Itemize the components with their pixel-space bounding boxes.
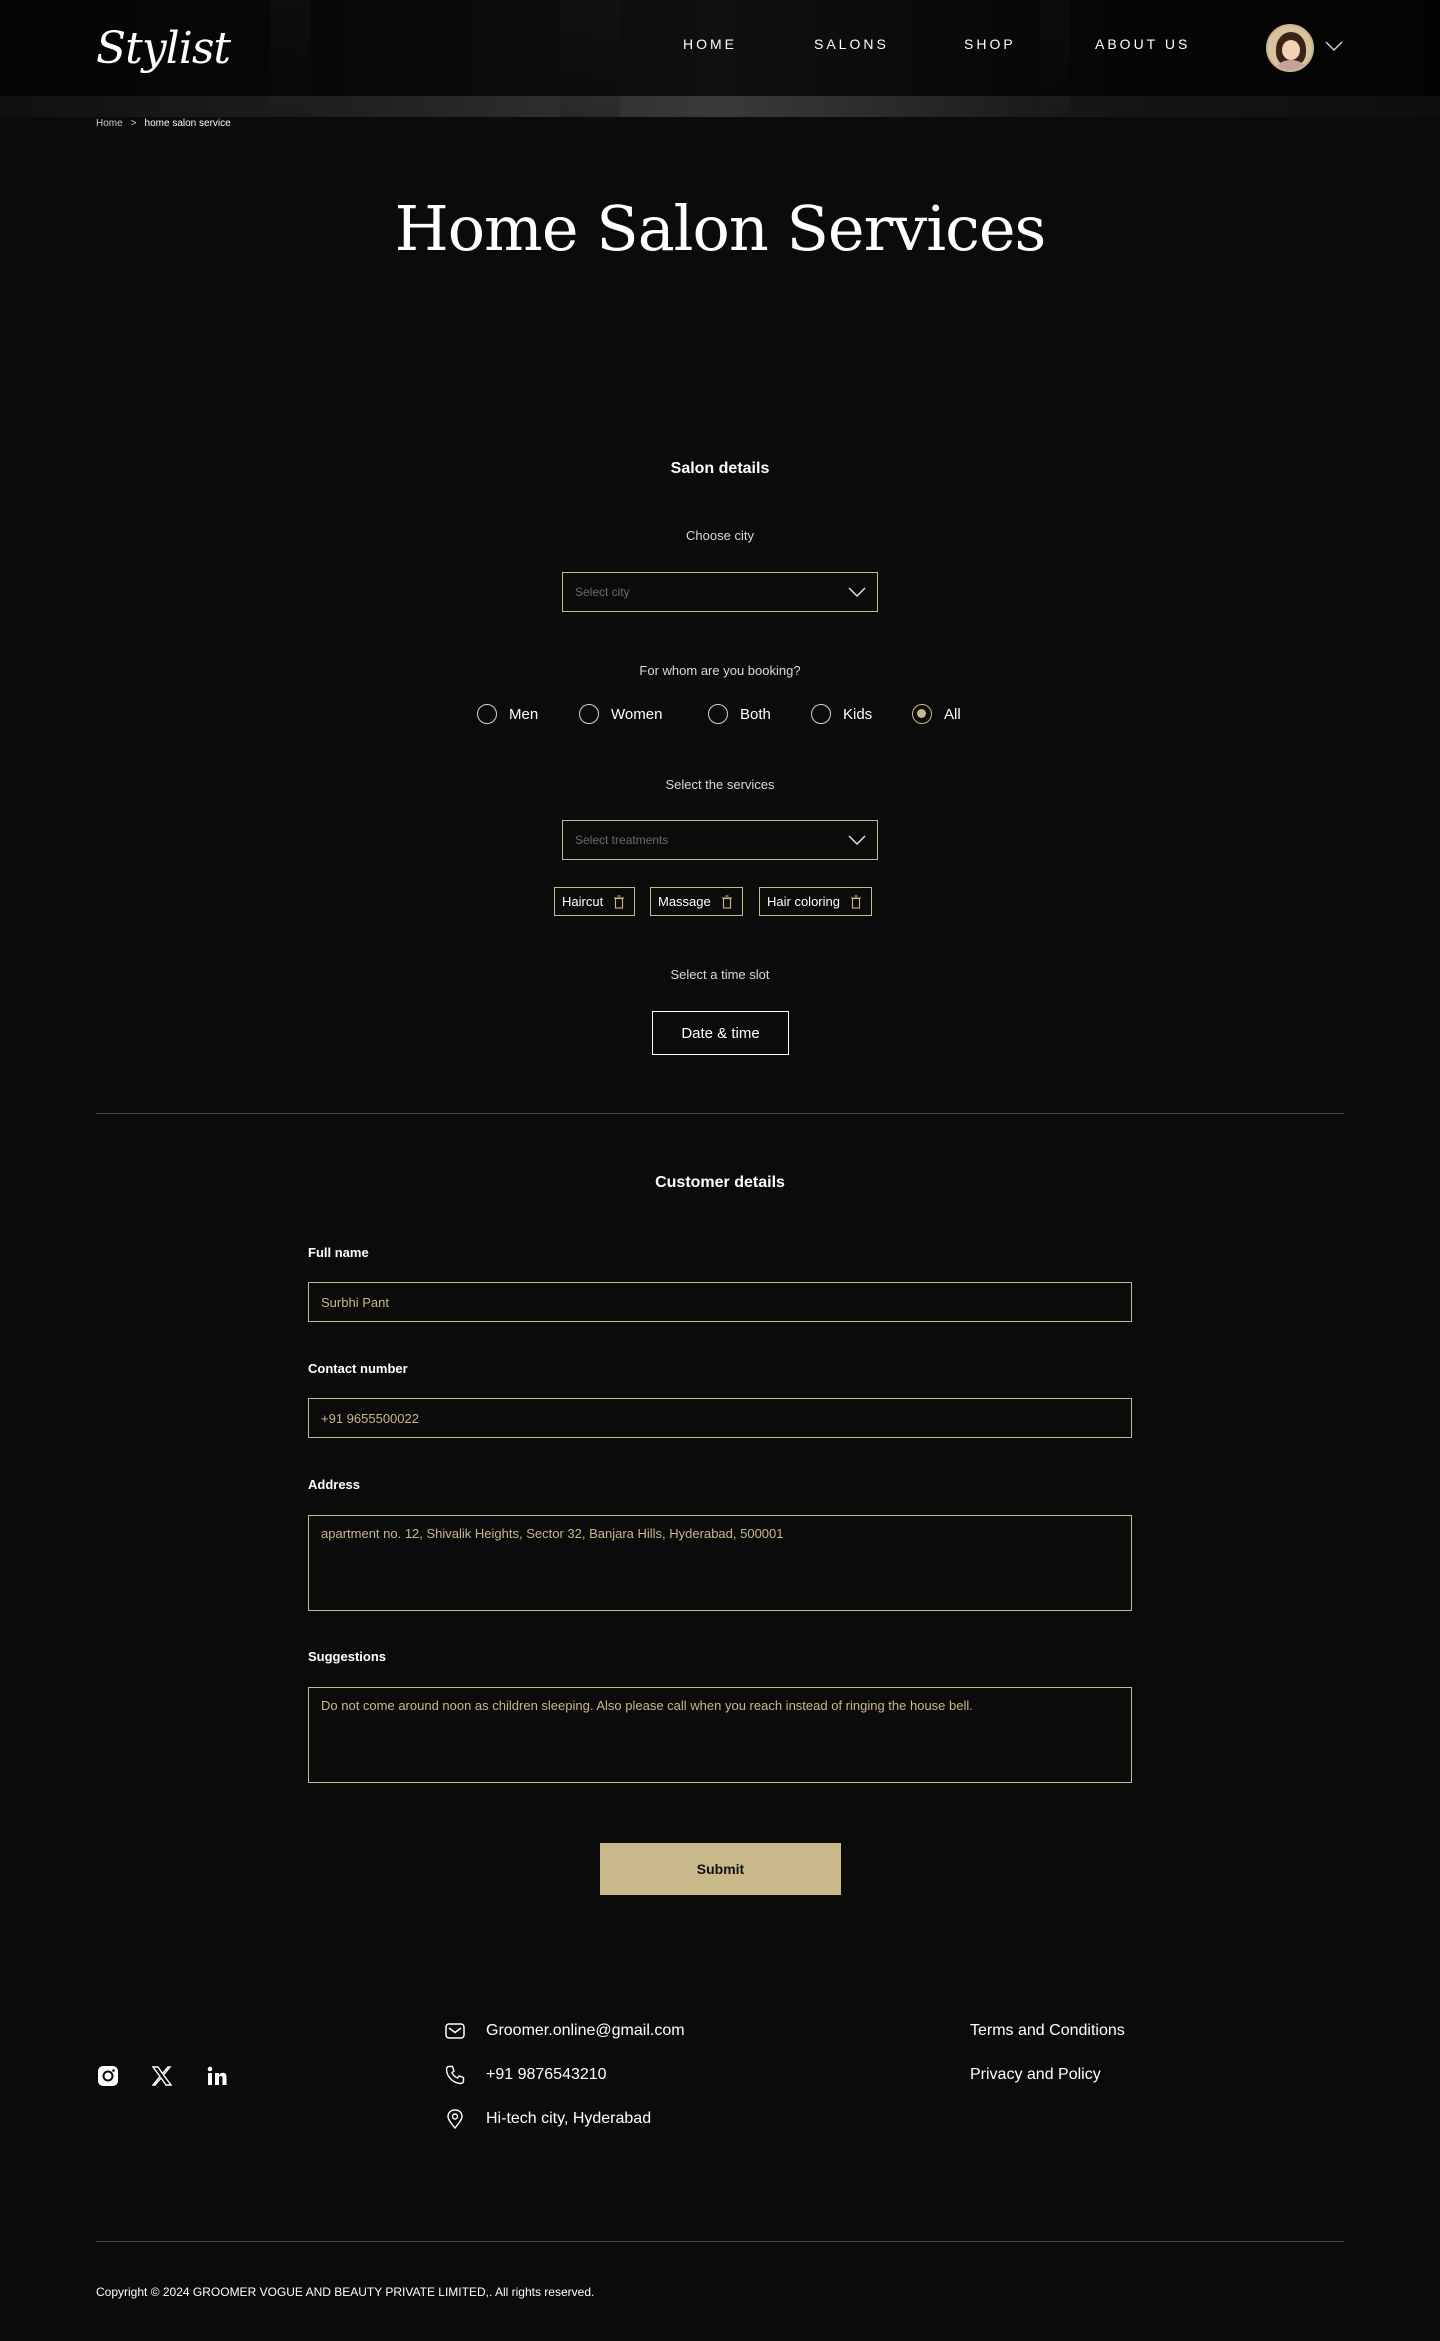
submit-button[interactable]: Submit: [600, 1843, 841, 1895]
nav-salons[interactable]: SALONS: [814, 36, 889, 52]
booking-for-radio-group: Men Women Both Kids All: [0, 704, 1440, 728]
nav-home[interactable]: HOME: [683, 36, 737, 52]
email-text: Groomer.online@gmail.com: [486, 2022, 685, 2039]
treatments-select-placeholder: Select treatments: [575, 833, 669, 847]
address-field[interactable]: apartment no. 12, Shivalik Heights, Sect…: [308, 1515, 1132, 1611]
address-label: Address: [308, 1477, 361, 1492]
breadcrumb-current: home salon service: [144, 118, 231, 129]
radio-label: Women: [611, 705, 663, 723]
chip-label: Hair coloring: [767, 894, 840, 909]
avatar-face: [1282, 40, 1300, 60]
radio-label: Men: [509, 705, 539, 723]
radio-label: All: [944, 705, 961, 723]
treatments-select[interactable]: Select treatments: [562, 820, 878, 860]
time-slot-caption: Select a time slot: [670, 967, 770, 982]
service-chip-massage: Massage: [650, 887, 743, 916]
location-text: Hi-tech city, Hyderabad: [486, 2110, 652, 2127]
chip-label: Massage: [658, 894, 711, 909]
mail-icon: [445, 2023, 465, 2039]
radio-both[interactable]: Both: [708, 704, 771, 724]
instagram-icon[interactable]: [96, 2064, 120, 2088]
radio-label: Both: [740, 705, 771, 723]
radio-label: Kids: [843, 705, 873, 723]
radio-women[interactable]: Women: [579, 704, 662, 724]
avatar[interactable]: [1266, 24, 1314, 72]
location-pin-icon: [447, 2109, 463, 2130]
contact-number-label: Contact number: [308, 1361, 408, 1376]
breadcrumb-separator-icon: >: [130, 118, 137, 129]
page-title: Home Salon Services: [394, 192, 1047, 265]
choose-city-caption: Choose city: [686, 528, 754, 543]
chevron-down-icon: [848, 835, 866, 846]
radio-circle-selected[interactable]: [912, 704, 932, 724]
phone-text: +91 9876543210: [486, 2066, 607, 2083]
chip-label: Haircut: [562, 894, 604, 909]
radio-kids[interactable]: Kids: [811, 704, 872, 724]
privacy-link[interactable]: Privacy and Policy: [970, 2066, 1101, 2084]
salon-details-title: Salon details: [670, 460, 770, 477]
linkedin-icon[interactable]: [205, 2064, 229, 2088]
section-divider: [96, 1113, 1344, 1114]
suggestions-field[interactable]: Do not come around noon as children slee…: [308, 1687, 1132, 1783]
city-select-placeholder: Select city: [575, 585, 630, 599]
booking-for-caption: For whom are you booking?: [639, 663, 801, 678]
x-twitter-icon[interactable]: [150, 2064, 174, 2088]
radio-circle[interactable]: [708, 704, 728, 724]
terms-link[interactable]: Terms and Conditions: [970, 2022, 1125, 2040]
nav-about-us[interactable]: ABOUT US: [1095, 36, 1190, 52]
service-chip-haircut: Haircut: [554, 887, 636, 916]
trash-icon[interactable]: [721, 894, 733, 909]
radio-men[interactable]: Men: [477, 704, 538, 724]
breadcrumb-home[interactable]: Home: [96, 118, 123, 129]
chevron-down-icon[interactable]: [1324, 38, 1344, 54]
chevron-down-icon: [848, 587, 866, 598]
header-hero-banner: Stylist HOME SALONS SHOP ABOUT US: [0, 0, 1440, 117]
breadcrumb: Home > home salon service: [96, 118, 231, 129]
full-name-field[interactable]: [308, 1282, 1132, 1322]
radio-circle[interactable]: [579, 704, 599, 724]
footer-divider: [96, 2241, 1344, 2242]
trash-icon[interactable]: [850, 894, 862, 909]
suggestions-label: Suggestions: [308, 1649, 387, 1664]
footer-email[interactable]: Groomer.online@gmail.com: [444, 2020, 685, 2042]
select-services-caption: Select the services: [665, 777, 775, 792]
trash-icon[interactable]: [613, 894, 625, 909]
city-select[interactable]: Select city: [562, 572, 878, 612]
footer-location[interactable]: Hi-tech city, Hyderabad: [444, 2108, 651, 2130]
radio-all[interactable]: All: [912, 704, 961, 724]
customer-details-title: Customer details: [655, 1174, 785, 1191]
full-name-label: Full name: [308, 1245, 369, 1260]
service-chip-hair-coloring: Hair coloring: [759, 887, 872, 916]
contact-number-field[interactable]: [308, 1398, 1132, 1438]
date-time-button[interactable]: Date & time: [652, 1011, 789, 1055]
logo[interactable]: Stylist: [96, 6, 231, 92]
radio-circle[interactable]: [477, 704, 497, 724]
radio-circle[interactable]: [811, 704, 831, 724]
phone-icon: [445, 2065, 465, 2085]
footer-phone[interactable]: +91 9876543210: [444, 2064, 607, 2086]
copyright-text: Copyright © 2024 GROOMER VOGUE AND BEAUT…: [96, 2285, 595, 2299]
nav-shop[interactable]: SHOP: [964, 36, 1016, 52]
